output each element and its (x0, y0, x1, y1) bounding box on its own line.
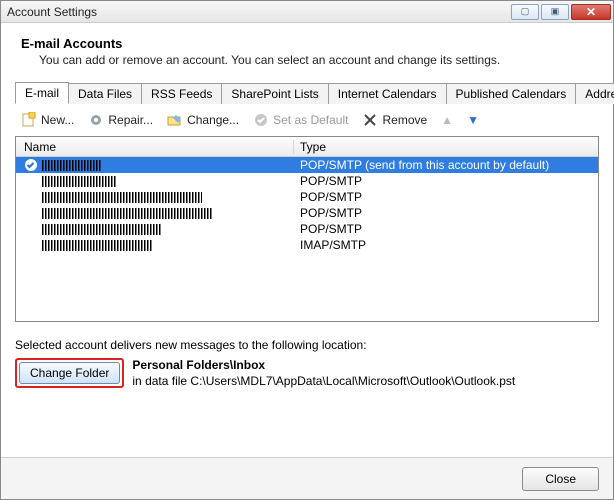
account-name-redacted (42, 240, 152, 251)
account-row[interactable]: IMAP/SMTP (16, 237, 598, 253)
account-name-redacted (42, 208, 212, 219)
list-rows: POP/SMTP (send from this account by defa… (16, 157, 598, 253)
account-name-redacted (42, 224, 162, 235)
content-area: E-mail Accounts You can add or remove an… (1, 23, 613, 388)
delivery-label: Selected account delivers new messages t… (15, 338, 599, 352)
tab-address-books[interactable]: Address Books (575, 83, 614, 104)
repair-account-button[interactable]: Repair... (88, 112, 153, 128)
titlebar: Account Settings ▢ ▣ ✕ (1, 1, 613, 23)
minimize-button[interactable]: ▢ (511, 4, 539, 20)
account-type: POP/SMTP (send from this account by defa… (294, 158, 598, 172)
tab-data-files[interactable]: Data Files (68, 83, 142, 104)
remove-account-button[interactable]: Remove (362, 112, 427, 128)
move-down-button[interactable]: ▼ (467, 113, 479, 127)
move-up-button: ▲ (441, 113, 453, 127)
tab-internet-calendars[interactable]: Internet Calendars (328, 83, 447, 104)
toolbar-label: Repair... (108, 113, 153, 127)
tab-e-mail[interactable]: E-mail (15, 82, 69, 104)
account-type: POP/SMTP (294, 206, 598, 220)
account-row[interactable]: POP/SMTP (send from this account by defa… (16, 157, 598, 173)
window-controls: ▢ ▣ ✕ (511, 4, 611, 20)
account-row[interactable]: POP/SMTP (16, 205, 598, 221)
account-row[interactable]: POP/SMTP (16, 189, 598, 205)
account-type: POP/SMTP (294, 190, 598, 204)
accounts-list[interactable]: Name Type POP/SMTP (send from this accou… (15, 136, 599, 322)
account-name-redacted (42, 192, 202, 203)
tab-rss-feeds[interactable]: RSS Feeds (141, 83, 222, 104)
account-type: POP/SMTP (294, 222, 598, 236)
tab-strip: E-mailData FilesRSS FeedsSharePoint List… (15, 81, 599, 104)
account-type: IMAP/SMTP (294, 238, 598, 252)
delete-icon (362, 112, 378, 128)
account-name-redacted (42, 160, 102, 171)
column-name[interactable]: Name (16, 140, 294, 154)
column-type[interactable]: Type (294, 140, 598, 154)
list-header: Name Type (16, 137, 598, 157)
gear-icon (88, 112, 104, 128)
delivery-section: Selected account delivers new messages t… (15, 338, 599, 388)
new-account-button[interactable]: New... (21, 112, 74, 128)
account-row[interactable]: POP/SMTP (16, 173, 598, 189)
close-button[interactable]: Close (522, 467, 599, 491)
set-default-button: Set as Default (253, 112, 348, 128)
new-icon (21, 112, 37, 128)
account-row[interactable]: POP/SMTP (16, 221, 598, 237)
toolbar-label: Remove (382, 113, 427, 127)
toolbar-label: Set as Default (273, 113, 348, 127)
section-subtitle: You can add or remove an account. You ca… (39, 53, 599, 67)
change-folder-button[interactable]: Change Folder (19, 362, 120, 384)
toolbar-label: New... (41, 113, 74, 127)
default-account-icon (24, 158, 38, 172)
account-name-redacted (42, 176, 117, 187)
delivery-location: Personal Folders\Inbox in data file C:\U… (132, 358, 515, 388)
check-circle-icon (253, 112, 269, 128)
account-type: POP/SMTP (294, 174, 598, 188)
arrow-up-icon: ▲ (441, 113, 453, 127)
change-folder-highlight: Change Folder (15, 358, 124, 388)
dialog-footer: Close (1, 457, 613, 499)
tab-sharepoint-lists[interactable]: SharePoint Lists (221, 83, 328, 104)
toolbar-label: Change... (187, 113, 239, 127)
account-settings-window: Account Settings ▢ ▣ ✕ E-mail Accounts Y… (0, 0, 614, 500)
maximize-button[interactable]: ▣ (541, 4, 569, 20)
delivery-file-path: in data file C:\Users\MDL7\AppData\Local… (132, 374, 515, 388)
toolbar: New... Repair... Change... Set as Defaul… (15, 104, 599, 136)
change-account-button[interactable]: Change... (167, 112, 239, 128)
folder-edit-icon (167, 112, 183, 128)
window-close-button[interactable]: ✕ (571, 4, 611, 20)
arrow-down-icon: ▼ (467, 113, 479, 127)
section-title: E-mail Accounts (21, 36, 599, 51)
window-title: Account Settings (7, 5, 97, 19)
delivery-folder-path: Personal Folders\Inbox (132, 358, 515, 372)
tab-published-calendars[interactable]: Published Calendars (446, 83, 577, 104)
